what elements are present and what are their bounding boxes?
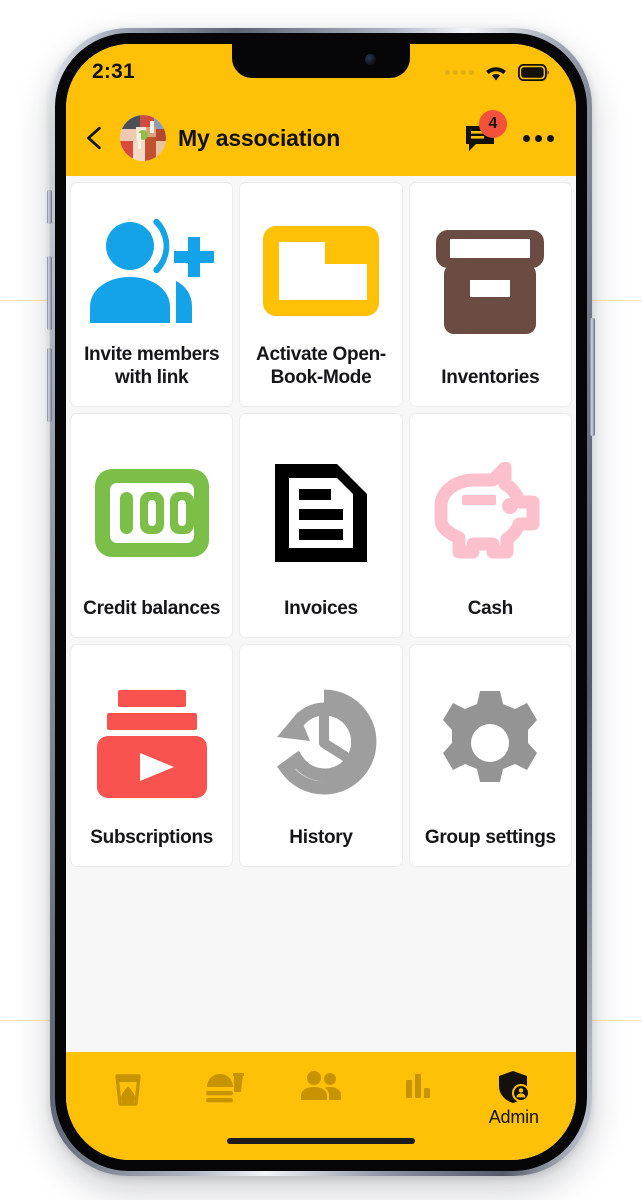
tile-open-book-mode[interactable]: Activate Open-Book-Mode bbox=[239, 182, 403, 407]
tile-subscriptions[interactable]: Subscriptions bbox=[70, 644, 234, 867]
tile-label: Invite members with link bbox=[84, 344, 220, 389]
tile-icon-wrap bbox=[248, 197, 393, 344]
message-badge: 4 bbox=[479, 110, 507, 138]
wifi-icon bbox=[486, 67, 506, 81]
power-button[interactable] bbox=[590, 318, 595, 436]
tile-icon-wrap bbox=[248, 428, 393, 598]
bottom-navigation: Admin bbox=[66, 1052, 576, 1160]
tile-credit-balances[interactable]: Credit balances bbox=[70, 413, 234, 638]
tile-label: Invoices bbox=[284, 598, 358, 620]
tile-icon-wrap bbox=[418, 197, 563, 367]
tile-icon-wrap bbox=[79, 659, 224, 827]
nav-item-statistics[interactable] bbox=[374, 1070, 460, 1105]
tile-group-settings[interactable]: Group settings bbox=[408, 644, 572, 867]
front-camera-icon bbox=[365, 54, 376, 65]
layout-guide bbox=[590, 1020, 642, 1021]
tile-icon-wrap bbox=[418, 659, 563, 827]
nav-item-members[interactable] bbox=[278, 1070, 364, 1105]
tile-invoices[interactable]: Invoices bbox=[239, 413, 403, 638]
tile-icon-wrap bbox=[248, 659, 393, 827]
battery-full-icon bbox=[518, 64, 549, 81]
tile-history[interactable]: History bbox=[239, 644, 403, 867]
notch bbox=[232, 44, 410, 78]
banknote-100-icon bbox=[94, 469, 209, 558]
avatar[interactable] bbox=[120, 115, 166, 161]
layout-guide bbox=[0, 1020, 52, 1021]
history-clock-icon bbox=[276, 689, 377, 795]
tile-icon-wrap bbox=[79, 197, 224, 344]
tile-cash[interactable]: Cash bbox=[408, 413, 572, 638]
phone-frame: 2:31 My association 4 Invite members wit… bbox=[47, 28, 595, 1176]
signal-dots-icon bbox=[445, 70, 474, 75]
feature-grid: Invite members with link Activate Open-B… bbox=[70, 182, 572, 638]
feature-grid-row3: Subscriptions History Group settings bbox=[70, 644, 572, 867]
messages-button[interactable]: 4 bbox=[463, 110, 507, 155]
archive-box-icon bbox=[436, 230, 545, 335]
status-time: 2:31 bbox=[92, 60, 135, 83]
home-indicator[interactable] bbox=[227, 1138, 415, 1144]
more-options-icon[interactable] bbox=[509, 134, 554, 142]
status-indicators bbox=[445, 60, 550, 82]
tile-icon-wrap bbox=[418, 428, 563, 598]
bar-chart-icon bbox=[406, 1074, 431, 1098]
tile-label: Group settings bbox=[424, 827, 556, 849]
tile-inventories[interactable]: Inventories bbox=[408, 182, 572, 407]
tile-icon-wrap bbox=[79, 428, 224, 598]
phone-screen: 2:31 My association 4 Invite members wit… bbox=[66, 44, 576, 1160]
volume-up-button[interactable] bbox=[47, 256, 52, 330]
nav-label: Admin bbox=[488, 1107, 539, 1127]
app-bar: My association 4 bbox=[66, 100, 576, 176]
tile-label: Inventories bbox=[441, 367, 540, 389]
people-icon bbox=[300, 1071, 341, 1100]
mute-switch[interactable] bbox=[47, 190, 52, 224]
phone-bezel: 2:31 My association 4 Invite members wit… bbox=[55, 33, 587, 1171]
screenshot-stage: 2:31 My association 4 Invite members wit… bbox=[0, 0, 642, 1200]
tile-invite-members[interactable]: Invite members with link bbox=[70, 182, 234, 407]
nav-item-admin[interactable]: Admin bbox=[471, 1070, 557, 1128]
tile-label: Credit balances bbox=[83, 598, 221, 620]
page-title: My association bbox=[178, 124, 341, 151]
group-photo-avatar bbox=[120, 115, 166, 161]
tile-label: Activate Open-Book-Mode bbox=[256, 344, 386, 389]
shield-admin-icon bbox=[498, 1071, 530, 1103]
volume-down-button[interactable] bbox=[47, 348, 52, 422]
person-add-icon bbox=[89, 218, 214, 323]
document-lines-icon bbox=[274, 464, 367, 563]
food-burger-drink-icon bbox=[205, 1073, 244, 1103]
status-bar: 2:31 bbox=[66, 44, 576, 100]
subscriptions-play-icon bbox=[96, 690, 207, 799]
folder-icon bbox=[262, 225, 379, 316]
tile-label: Cash bbox=[467, 598, 514, 620]
gear-icon bbox=[443, 691, 538, 783]
main-content: Invite members with link Activate Open-B… bbox=[66, 176, 576, 1052]
nav-item-drinks[interactable] bbox=[85, 1070, 171, 1111]
tile-label: Subscriptions bbox=[90, 827, 214, 849]
tile-label: History bbox=[289, 827, 353, 849]
back-chevron-icon[interactable] bbox=[82, 125, 108, 151]
piggy-bank-icon bbox=[434, 462, 540, 559]
nav-item-food[interactable] bbox=[182, 1070, 268, 1111]
drink-glass-icon bbox=[115, 1074, 141, 1106]
